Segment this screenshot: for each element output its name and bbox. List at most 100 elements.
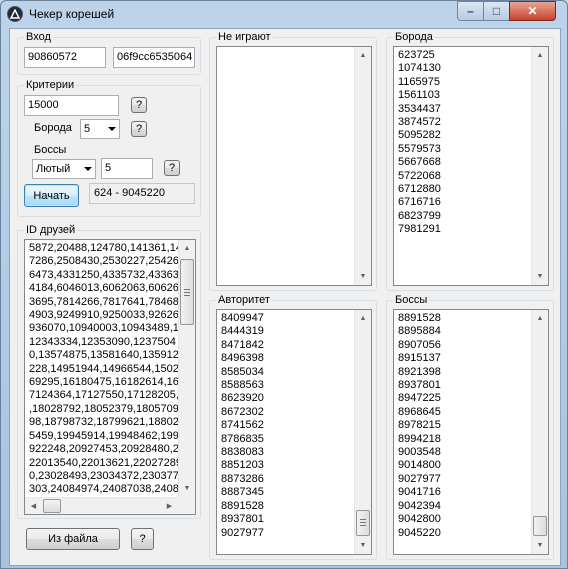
maximize-button[interactable]: □ [483,1,510,21]
friends-textarea[interactable]: 5872,20488,124780,141361,14 7286,2508430,… [24,239,196,515]
friends-scroll-thumb[interactable] [180,259,194,325]
list-item[interactable]: 9045220 [398,527,528,540]
friend-id-line[interactable]: 6473,4331250,4335732,43363 [29,269,179,282]
list-item[interactable]: 8891528 [398,312,528,325]
list-item[interactable]: 8921398 [398,366,528,379]
scroll-up-icon[interactable]: ▲ [355,47,371,64]
auth-key-input[interactable]: 06f9cc6535064 [113,47,195,68]
beard-scrollbar[interactable]: ▲ ▼ [531,47,548,285]
start-button[interactable]: Начать [24,184,79,207]
friend-id-line[interactable]: 303,24084974,24087038,2408 [29,483,179,496]
list-item[interactable]: 8585034 [221,366,351,379]
scroll-down-icon[interactable]: ▼ [355,537,371,554]
minimize-button[interactable]: – [457,1,484,21]
scroll-down-icon[interactable]: ▼ [179,480,195,497]
bosses-list[interactable]: 8891528 8895884 8907056 8915137 8921398 89378… [393,309,549,555]
list-item[interactable]: 8838083 [221,446,351,459]
title-bar[interactable]: Чекер корешей – □ ✕ [1,1,567,29]
scroll-left-icon[interactable]: ◀ [25,498,42,514]
friends-vertical-scrollbar[interactable]: ▲ ▼ [178,240,195,497]
list-item[interactable]: 5667668 [398,156,528,169]
list-item[interactable]: 8907056 [398,339,528,352]
friend-id-line[interactable]: 228,14951944,14966544,1502 [29,363,179,376]
list-item[interactable]: 9014800 [398,459,528,472]
list-item[interactable]: 6712880 [398,183,528,196]
list-item[interactable]: 1074130 [398,62,528,75]
from-file-help-button[interactable]: ? [131,528,154,550]
list-item[interactable]: 8947225 [398,392,528,405]
friend-id-line[interactable]: 69295,16180475,16182614,16 [29,376,179,389]
scroll-down-icon[interactable]: ▼ [532,268,548,285]
boss-type-select[interactable]: Лютый [32,159,96,179]
scroll-down-icon[interactable]: ▼ [532,537,548,554]
list-item[interactable]: 8588563 [221,379,351,392]
friend-id-line[interactable]: 7286,2508430,2530227,25426 [29,255,179,268]
authority-scrollbar[interactable]: ▲ ▼ [354,310,371,554]
scroll-up-icon[interactable]: ▲ [532,310,548,327]
not-playing-list[interactable]: ▲ ▼ [216,46,372,286]
friend-id-line[interactable]: ,18028792,18052379,1805709 [29,403,179,416]
list-item[interactable]: 3534437 [398,103,528,116]
friend-id-line[interactable]: 0,13574875,13581640,135912 [29,349,179,362]
list-item[interactable]: 9042394 [398,500,528,513]
list-item[interactable]: 8887345 [221,486,351,499]
friend-id-line[interactable]: 98,18798732,18799621,18802 [29,416,179,429]
list-item[interactable]: 9003548 [398,446,528,459]
friend-id-line[interactable]: 936070,10940003,10943489,1 [29,322,179,335]
threshold-help-button[interactable]: ? [131,97,147,113]
friends-hscroll-thumb[interactable] [43,499,61,513]
bosses-scroll-thumb[interactable] [533,516,547,536]
list-item[interactable]: 8978215 [398,419,528,432]
user-id-input[interactable]: 90860572 [24,47,106,68]
list-item[interactable]: 9041716 [398,486,528,499]
list-item[interactable]: 8471842 [221,339,351,352]
friend-id-line[interactable]: 4903,9249910,9250033,92626 [29,309,179,322]
list-item[interactable]: 8937801 [221,513,351,526]
friend-id-line[interactable]: 12343334,12353090,1237504 [29,336,178,349]
bosses-help-button[interactable]: ? [164,160,180,176]
friend-id-line[interactable]: 7124364,17127550,17128205, [29,389,179,402]
list-item[interactable]: 8444319 [221,325,351,338]
friends-horizontal-scrollbar[interactable]: ◀ ▶ [25,497,178,514]
list-item[interactable]: 8873286 [221,473,351,486]
not-playing-scrollbar[interactable]: ▲ ▼ [354,47,371,285]
list-item[interactable]: 6823799 [398,210,528,223]
scroll-down-icon[interactable]: ▼ [355,268,371,285]
authority-scroll-thumb[interactable] [356,510,370,536]
list-item[interactable]: 9027977 [221,527,351,540]
list-item[interactable]: 8891528 [221,500,351,513]
list-item[interactable]: 623725 [398,49,528,62]
friend-id-line[interactable]: 22013540,22013621,22027289 [29,457,182,470]
authority-list[interactable]: 8409947 8444319 8471842 8496398 8585034 85885… [216,309,372,555]
beard-list[interactable]: 623725 1074130 1165975 1561103 3534437 387457… [393,46,549,286]
friend-id-line[interactable]: 3695,7814266,7817641,78468 [29,296,179,309]
friend-id-line[interactable]: 4184,6046013,6062063,60626 [29,282,179,295]
close-button[interactable]: ✕ [509,1,556,21]
scroll-up-icon[interactable]: ▲ [355,310,371,327]
list-item[interactable]: 8741562 [221,419,351,432]
list-item[interactable]: 7981291 [398,223,528,236]
beard-select[interactable]: 5 [80,119,120,139]
list-item[interactable]: 8672302 [221,406,351,419]
scroll-up-icon[interactable]: ▲ [179,240,195,257]
list-item[interactable]: 6716716 [398,196,528,209]
list-item[interactable]: 8895884 [398,325,528,338]
list-item[interactable]: 8786835 [221,433,351,446]
bosses-scrollbar[interactable]: ▲ ▼ [531,310,548,554]
list-item[interactable]: 8851203 [221,459,351,472]
app-logo-icon[interactable] [7,6,23,22]
threshold-input[interactable]: 15000 [24,95,119,116]
scroll-up-icon[interactable]: ▲ [532,47,548,64]
boss-count-input[interactable]: 5 [101,158,153,179]
friend-id-line[interactable]: 922248,20927453,20928480,2 [29,443,179,456]
list-item[interactable]: 8496398 [221,352,351,365]
friend-id-line[interactable]: 5459,19945914,19948462,199 [29,430,179,443]
list-item[interactable]: 9042800 [398,513,528,526]
list-item[interactable]: 1165975 [398,76,528,89]
list-item[interactable]: 5579573 [398,143,528,156]
friend-id-line[interactable]: 5872,20488,124780,141361,14 [29,242,182,255]
list-item[interactable]: 1561103 [398,89,528,102]
list-item[interactable]: 8937801 [398,379,528,392]
beard-help-button[interactable]: ? [131,121,147,137]
list-item[interactable]: 8994218 [398,433,528,446]
